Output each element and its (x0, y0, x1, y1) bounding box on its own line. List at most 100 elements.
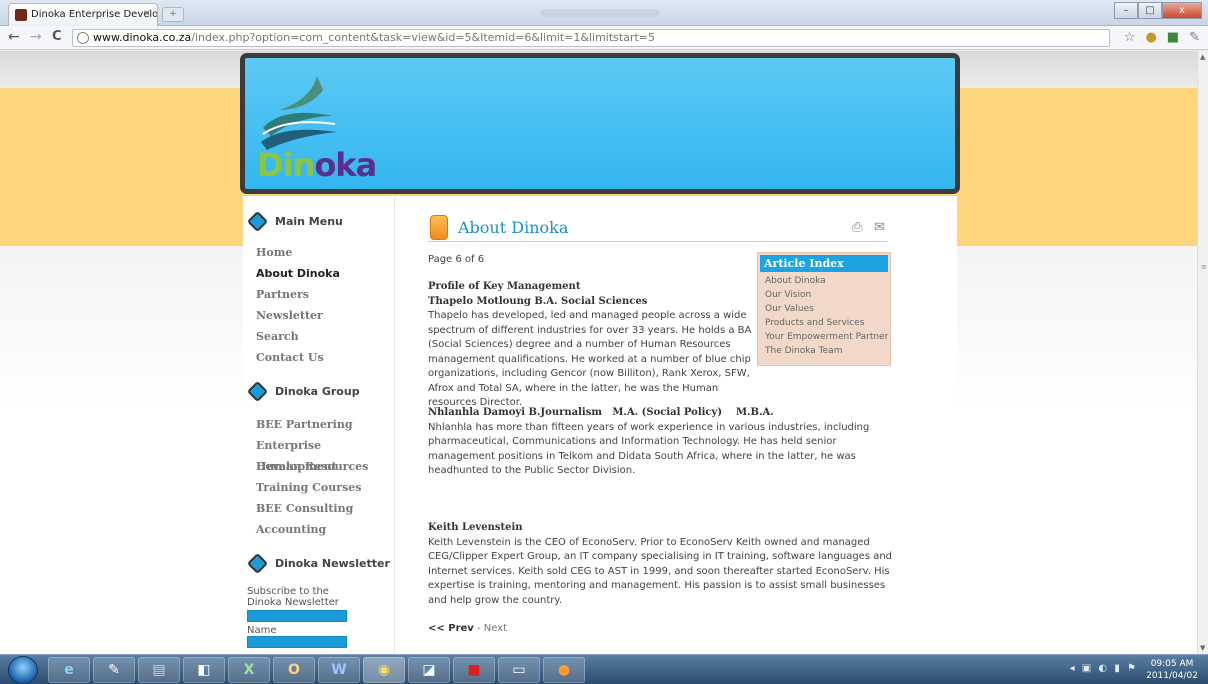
index-item-dinoka-team[interactable]: The Dinoka Team (765, 344, 888, 358)
article-index-title: Article Index (760, 255, 888, 272)
name-field[interactable] (247, 636, 347, 648)
group-menu: BEE Partnering Enterprise Development Hu… (243, 414, 394, 540)
site-header: Dinoka (240, 53, 960, 194)
logo-text-oka: oka (314, 146, 377, 184)
person-name-keith: Keith Levenstein (428, 522, 523, 533)
web-page: Dinoka Main Menu Home About Dinoka Partn… (0, 51, 1197, 654)
email-icon[interactable]: ✉ (874, 220, 885, 235)
menu-item-contact-us[interactable]: Contact Us (256, 347, 394, 368)
profile-section-1: Profile of Key Management Thapelo Motlou… (428, 280, 758, 411)
url-path: /index.php?option=com_content&task=view&… (191, 31, 655, 44)
site-favicon-icon (15, 9, 27, 21)
index-item-products-services[interactable]: Products and Services (765, 316, 888, 330)
menu-item-partners[interactable]: Partners (256, 284, 394, 305)
internet-explorer-icon[interactable]: e (48, 657, 90, 683)
close-window-button[interactable]: x (1162, 2, 1202, 19)
word-icon[interactable]: W (318, 657, 360, 683)
site-logo[interactable]: Dinoka (257, 146, 377, 184)
scroll-up-icon[interactable]: ▲ (1200, 53, 1205, 61)
taskbar-apps: e ✎ ▤ ◧ X O W ◉ ◪ ■ ▭ ● (48, 657, 585, 683)
article-icon (430, 215, 448, 240)
article-index-list: About Dinoka Our Vision Our Values Produ… (760, 272, 888, 358)
menu-item-newsletter[interactable]: Newsletter (256, 305, 394, 326)
subscribe-text: Subscribe to the Dinoka Newsletter (247, 586, 339, 608)
pen-tool-icon[interactable]: ✎ (93, 657, 135, 683)
menu-item-accounting[interactable]: Accounting (256, 519, 394, 540)
extension-icon[interactable]: ● (1145, 30, 1156, 45)
windows-taskbar: e ✎ ▤ ◧ X O W ◉ ◪ ■ ▭ ● ◂ ▣ ◐ ▮ ⚑ 09:05 … (0, 654, 1208, 684)
file-explorer-icon[interactable]: ▤ (138, 657, 180, 683)
newsletter-title: Dinoka Newsletter (275, 556, 390, 570)
next-link[interactable]: Next (484, 623, 507, 634)
wrench-icon[interactable]: ✎ (1189, 30, 1200, 45)
page-info: Page 6 of 6 (428, 254, 485, 265)
back-icon[interactable]: ← (8, 29, 20, 45)
person-bio-thapelo: Thapelo has developed, led and managed p… (428, 310, 752, 408)
chrome-icon[interactable]: ◉ (363, 657, 405, 683)
logo-wave-icon (261, 76, 337, 150)
outlook-icon[interactable]: O (273, 657, 315, 683)
diamond-bullet-icon (246, 380, 269, 402)
extension-green-icon[interactable]: ■ (1167, 30, 1179, 45)
menu-item-training-courses[interactable]: Training Courses (256, 477, 394, 498)
main-menu-heading: Main Menu (243, 208, 394, 234)
toolbar-icons: ☆ ● ■ ✎ (1124, 30, 1200, 45)
pdf-icon[interactable]: ⎙ (852, 220, 862, 235)
address-bar[interactable]: www.dinoka.co.za/index.php?option=com_co… (72, 29, 1110, 47)
tab-title: Dinoka Enterprise Develo... (31, 9, 158, 20)
index-item-about-dinoka[interactable]: About Dinoka (765, 274, 888, 288)
new-tab-button[interactable]: + (162, 7, 184, 22)
page-info-icon[interactable] (77, 32, 89, 44)
prev-link[interactable]: << Prev (428, 623, 474, 634)
article-title: About Dinoka (458, 218, 569, 237)
menu-item-human-resources[interactable]: Human Resources (256, 456, 394, 477)
menu-item-search[interactable]: Search (256, 326, 394, 347)
pager-separator: - (473, 623, 484, 634)
start-button[interactable] (8, 656, 38, 684)
email-field[interactable] (247, 610, 347, 622)
browser-titlebar: Dinoka Enterprise Develo... × + – □ x (0, 0, 1208, 26)
tab-close-icon[interactable]: × (143, 8, 151, 19)
person-bio-nhlanhla: Nhlanhla has more than fifteen years of … (428, 421, 870, 477)
person-name-thapelo: Thapelo Motloung B.A. Social Sciences (428, 295, 648, 307)
dinoka-group-heading: Dinoka Group (243, 378, 394, 404)
forward-icon[interactable]: → (30, 29, 42, 45)
content-wrapper: Main Menu Home About Dinoka Partners New… (243, 196, 957, 654)
system-clock[interactable]: 09:05 AM 2011/04/02 (1146, 658, 1198, 682)
menu-item-enterprise-development[interactable]: Enterprise Development (256, 435, 394, 473)
window-controls: – □ x (1114, 2, 1202, 20)
browser-tab[interactable]: Dinoka Enterprise Develo... × (8, 3, 158, 26)
system-tray-icons[interactable]: ◂ ▣ ◐ ▮ ⚑ (1070, 663, 1138, 674)
menu-item-bee-partnering[interactable]: BEE Partnering (256, 414, 394, 435)
notes-icon[interactable]: ◧ (183, 657, 225, 683)
excel-icon[interactable]: X (228, 657, 270, 683)
person-name-nhlanhla: Nhlanhla Damoyi B.Journalism M.A. (Socia… (428, 407, 774, 418)
minimize-button[interactable]: – (1114, 2, 1138, 19)
dinoka-group-title: Dinoka Group (275, 384, 360, 398)
name-label: Name (247, 625, 277, 636)
index-item-our-vision[interactable]: Our Vision (765, 288, 888, 302)
scroll-thumb[interactable]: ≡ (1201, 263, 1207, 271)
bookmark-star-icon[interactable]: ☆ (1124, 30, 1136, 45)
clock-time: 09:05 AM (1150, 659, 1194, 669)
orange-app-icon[interactable]: ● (543, 657, 585, 683)
reload-icon[interactable]: C (52, 29, 62, 44)
article-index: Article Index About Dinoka Our Vision Ou… (757, 252, 891, 366)
red-app-icon[interactable]: ■ (453, 657, 495, 683)
index-item-empowerment-partner[interactable]: Your Empowerment Partner (765, 330, 888, 344)
main-menu-title: Main Menu (275, 214, 343, 228)
index-item-our-values[interactable]: Our Values (765, 302, 888, 316)
scroll-down-icon[interactable]: ▼ (1200, 644, 1205, 652)
logo-text-din: Din (257, 146, 315, 184)
article-header: About Dinoka ⎙ ✉ (428, 212, 888, 242)
main-menu: Home About Dinoka Partners Newsletter Se… (243, 242, 394, 368)
diamond-bullet-icon (246, 210, 269, 232)
maximize-button[interactable]: □ (1138, 2, 1162, 19)
page-scrollbar[interactable]: ▲ ≡ ▼ (1197, 51, 1208, 654)
diamond-bullet-icon (246, 552, 269, 574)
video-app-icon[interactable]: ▭ (498, 657, 540, 683)
menu-item-bee-consulting[interactable]: BEE Consulting (256, 498, 394, 519)
menu-item-about-dinoka[interactable]: About Dinoka (256, 263, 394, 284)
network-app-icon[interactable]: ◪ (408, 657, 450, 683)
menu-item-home[interactable]: Home (256, 242, 394, 263)
